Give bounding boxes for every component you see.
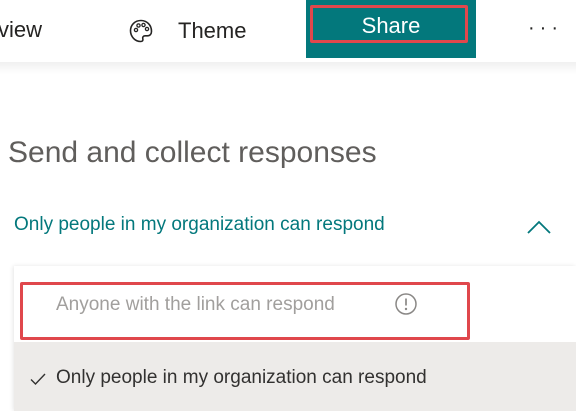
option-label: Only people in my organization can respo… xyxy=(56,367,427,388)
option-anyone-with-link[interactable]: Anyone with the link can respond xyxy=(14,266,576,342)
share-button[interactable]: Share xyxy=(306,0,476,58)
preview-button[interactable]: view xyxy=(0,17,42,43)
palette-icon xyxy=(129,19,153,43)
forms-share-page: view Theme Share ··· Send and collect re… xyxy=(0,0,576,411)
theme-button[interactable]: Theme xyxy=(128,14,246,48)
option-only-organization[interactable]: Only people in my organization can respo… xyxy=(14,342,576,411)
top-toolbar: view Theme Share ··· xyxy=(0,0,576,62)
chevron-up-icon xyxy=(527,220,551,234)
theme-label: Theme xyxy=(178,18,247,43)
more-options-button[interactable]: ··· xyxy=(528,17,563,40)
option-label: Anyone with the link can respond xyxy=(56,294,335,315)
share-label: Share xyxy=(361,13,421,38)
dropdown-options-list: Anyone with the link can respond Only pe… xyxy=(14,266,576,411)
panel-title: Send and collect responses xyxy=(8,136,377,169)
checkmark-icon xyxy=(30,373,46,386)
dropdown-selected-value: Only people in my organization can respo… xyxy=(14,214,385,235)
response-permission-dropdown[interactable]: Only people in my organization can respo… xyxy=(0,200,576,254)
info-icon[interactable] xyxy=(394,292,418,316)
